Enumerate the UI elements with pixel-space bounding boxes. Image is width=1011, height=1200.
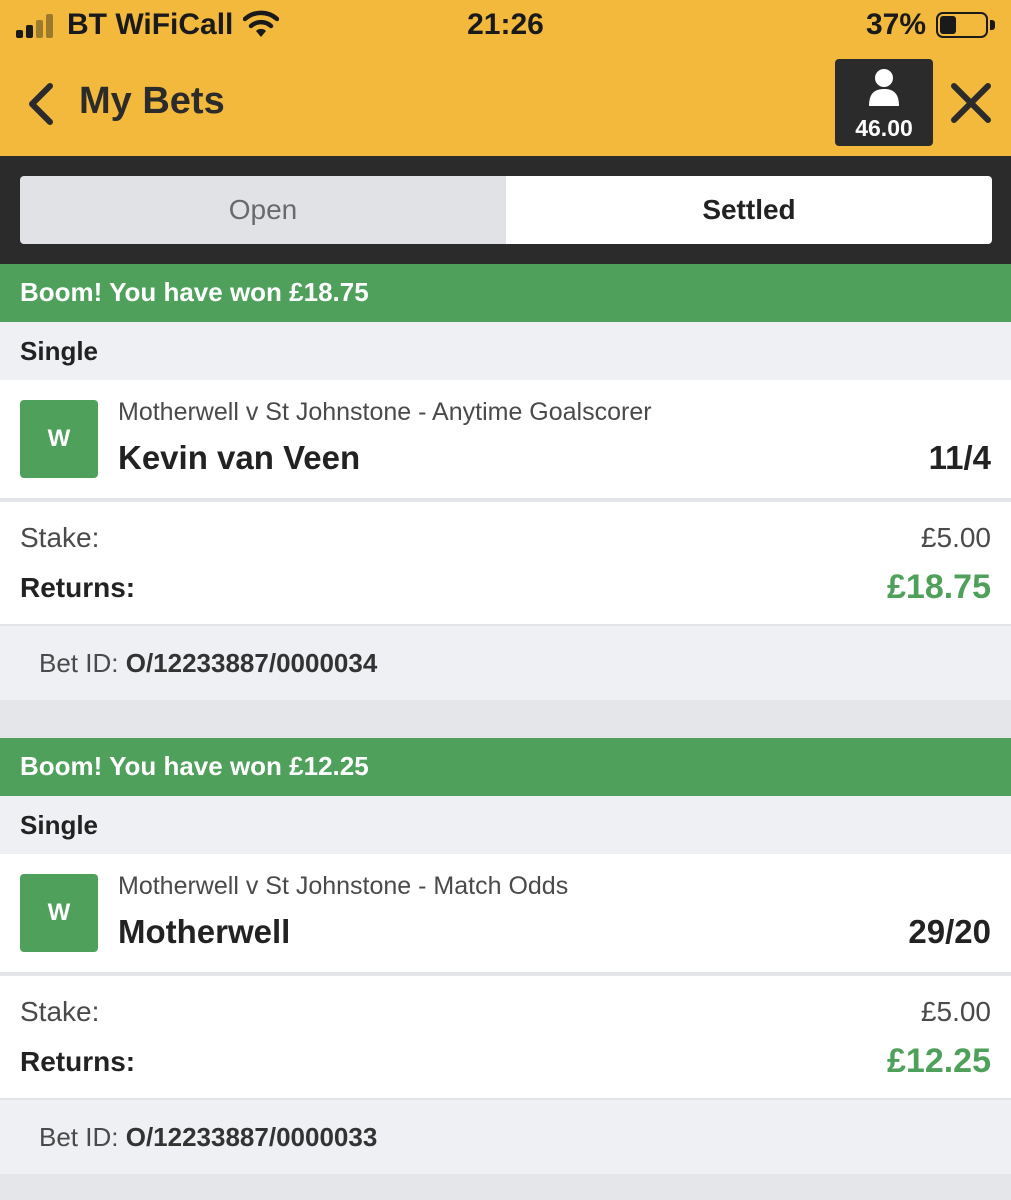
bet-type: Single	[0, 796, 1011, 854]
status-bar: BT WiFiCall 21:26 37%	[0, 0, 1011, 52]
returns-value: £12.25	[887, 1042, 991, 1080]
stake-value: £5.00	[920, 996, 991, 1027]
app-header: BT WiFiCall 21:26 37% My Bets 46.00	[0, 0, 1011, 156]
odds: 11/4	[928, 439, 991, 476]
battery-level	[940, 16, 956, 34]
stake-returns: Stake: £5.00 Returns: £18.75	[0, 502, 1011, 626]
settled-bet-card: Boom! You have won £18.75 Single W Mothe…	[0, 264, 1011, 700]
tab-settled[interactable]: Settled	[506, 176, 992, 244]
returns-label: Returns:	[20, 1046, 136, 1077]
selection-name: Kevin van Veen	[118, 439, 361, 476]
settled-bet-card: Boom! You have won £12.25 Single W Mothe…	[0, 738, 1011, 1174]
selection-name: Motherwell	[118, 913, 291, 950]
returns-label: Returns:	[20, 572, 136, 603]
battery-tip	[990, 20, 995, 30]
stake-returns: Stake: £5.00 Returns: £12.25	[0, 976, 1011, 1100]
stake-label: Stake:	[20, 522, 100, 553]
win-banner: Boom! You have won £18.75	[0, 264, 1011, 322]
battery-percent: 37%	[866, 8, 927, 41]
win-badge: W	[20, 400, 98, 478]
account-balance-button[interactable]: 46.00	[835, 59, 933, 146]
bet-id-value: O/12233887/0000034	[125, 648, 378, 678]
win-banner: Boom! You have won £12.25	[0, 738, 1011, 796]
bet-id-row: Bet ID: O/12233887/0000034	[0, 626, 1011, 700]
bet-id-label: Bet ID:	[39, 1122, 119, 1152]
bet-id-row: Bet ID: O/12233887/0000033	[0, 1100, 1011, 1174]
market-name: Motherwell v St Johnstone - Anytime Goal…	[118, 398, 652, 426]
account-balance: 46.00	[855, 115, 913, 141]
user-icon	[869, 69, 899, 106]
clock: 21:26	[467, 8, 544, 41]
bets-tab-bar: Open Settled	[0, 156, 1011, 264]
bet-id-value: O/12233887/0000033	[125, 1122, 378, 1152]
bet-selection-row[interactable]: W Motherwell v St Johnstone - Match Odds…	[0, 854, 1011, 974]
bet-selection-row[interactable]: W Motherwell v St Johnstone - Anytime Go…	[0, 380, 1011, 500]
tab-open[interactable]: Open	[20, 176, 506, 244]
win-badge: W	[20, 874, 98, 952]
segmented-control: Open Settled	[20, 176, 992, 244]
page-title: My Bets	[79, 80, 225, 122]
bet-id-label: Bet ID:	[39, 648, 119, 678]
stake-label: Stake:	[20, 996, 100, 1027]
battery-icon	[936, 12, 988, 38]
returns-value: £18.75	[887, 568, 991, 606]
close-icon[interactable]	[950, 82, 992, 124]
stake-value: £5.00	[920, 522, 991, 553]
market-name: Motherwell v St Johnstone - Match Odds	[118, 872, 569, 900]
bet-type: Single	[0, 322, 1011, 380]
back-chevron-icon[interactable]	[24, 82, 58, 126]
odds: 29/20	[908, 913, 991, 950]
